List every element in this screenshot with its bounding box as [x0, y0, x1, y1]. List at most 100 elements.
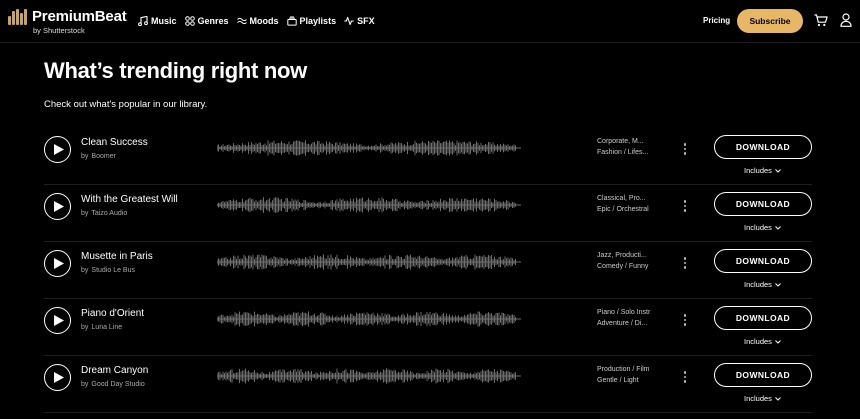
waveform-path	[217, 368, 521, 384]
site-header: PremiumBeat by Shutterstock Music Genres…	[0, 0, 860, 43]
more-options-icon[interactable]	[680, 312, 690, 328]
nav-sfx-label: SFX	[357, 16, 375, 26]
pricing-link[interactable]: Pricing	[703, 16, 730, 25]
tag-line-moods[interactable]: Adventure / Di...	[597, 318, 661, 329]
waveform[interactable]	[217, 367, 521, 385]
chevron-down-icon	[775, 339, 781, 344]
includes-label: Includes	[744, 337, 772, 346]
track-row: With the Greatest Will by Taizo Audio Cla…	[44, 185, 812, 242]
nav-playlists-label: Playlists	[299, 16, 337, 26]
moods-waves-icon	[236, 17, 247, 25]
track-title[interactable]: Dream Canyon	[81, 365, 148, 376]
tag-line-genres[interactable]: Piano / Solo Instr	[597, 307, 661, 318]
nav-sfx[interactable]: SFX	[344, 14, 375, 28]
waveform[interactable]	[217, 253, 521, 271]
includes-dropdown[interactable]: Includes	[744, 223, 781, 232]
more-options-icon[interactable]	[680, 141, 690, 157]
play-icon	[53, 201, 64, 212]
waveform[interactable]	[217, 196, 521, 214]
waveform-path	[217, 254, 521, 270]
tag-line-genres[interactable]: Jazz, Producti...	[597, 250, 661, 261]
download-button[interactable]: DOWNLOAD	[714, 249, 812, 273]
download-button[interactable]: DOWNLOAD	[714, 135, 812, 159]
tag-line-moods[interactable]: Gentle / Light	[597, 375, 661, 386]
track-row: Dream Canyon by Good Day Studio Productio…	[44, 356, 812, 413]
by-label: by	[81, 267, 89, 274]
more-options-icon[interactable]	[680, 255, 690, 271]
nav-music[interactable]: Music	[138, 14, 177, 28]
subscribe-button[interactable]: Subscribe	[737, 9, 803, 33]
nav-moods-label: Moods	[249, 16, 279, 26]
nav-moods[interactable]: Moods	[236, 14, 279, 28]
play-button[interactable]	[44, 307, 71, 334]
play-button[interactable]	[44, 136, 71, 163]
play-button[interactable]	[44, 193, 71, 220]
genres-grid-icon	[184, 16, 195, 26]
track-tags: Corporate, M... Fashion / Lifes...	[597, 136, 661, 158]
download-button[interactable]: DOWNLOAD	[714, 363, 812, 387]
includes-dropdown[interactable]: Includes	[744, 166, 781, 175]
by-label: by	[81, 210, 89, 217]
chevron-down-icon	[775, 282, 781, 287]
nav-playlists[interactable]: Playlists	[286, 14, 337, 28]
includes-dropdown[interactable]: Includes	[744, 337, 781, 346]
logo-bars-icon	[8, 9, 28, 25]
play-button[interactable]	[44, 364, 71, 391]
tag-line-genres[interactable]: Corporate, M...	[597, 136, 661, 147]
track-artist: by Luna Line	[81, 324, 122, 331]
user-account-icon[interactable]	[840, 13, 852, 27]
track-tags: Classical, Pro... Epic / Orchestral	[597, 193, 661, 215]
by-label: by	[81, 153, 89, 160]
tag-line-genres[interactable]: Production / Film	[597, 364, 661, 375]
track-artist: by Boomer	[81, 153, 116, 160]
includes-dropdown[interactable]: Includes	[744, 280, 781, 289]
more-options-icon[interactable]	[680, 198, 690, 214]
play-icon	[53, 372, 64, 383]
tag-line-genres[interactable]: Classical, Pro...	[597, 193, 661, 204]
waveform-path	[217, 197, 521, 213]
waveform-path	[217, 311, 521, 327]
nav-genres-label: Genres	[197, 16, 229, 26]
includes-label: Includes	[744, 166, 772, 175]
artist-name[interactable]: Boomer	[91, 153, 116, 160]
includes-dropdown[interactable]: Includes	[744, 394, 781, 403]
play-icon	[53, 315, 64, 326]
by-label: by	[81, 381, 89, 388]
nav-music-label: Music	[151, 16, 177, 26]
track-title[interactable]: Musette in Paris	[81, 251, 153, 262]
includes-label: Includes	[744, 280, 772, 289]
cart-icon[interactable]	[814, 14, 828, 27]
track-title[interactable]: Piano d'Orient	[81, 308, 144, 319]
play-button[interactable]	[44, 250, 71, 277]
waveform[interactable]	[217, 139, 521, 157]
artist-name[interactable]: Studio Le Bus	[91, 267, 135, 274]
more-options-icon[interactable]	[680, 369, 690, 385]
artist-name[interactable]: Good Day Studio	[91, 381, 144, 388]
track-title[interactable]: Clean Success	[81, 137, 148, 148]
sfx-pulse-icon	[344, 16, 354, 26]
track-row: Clean Success by Boomer Corporate, M... F…	[44, 128, 812, 185]
track-tags: Jazz, Producti... Comedy / Funny	[597, 250, 661, 272]
tag-line-moods[interactable]: Comedy / Funny	[597, 261, 661, 272]
artist-name[interactable]: Luna Line	[91, 324, 122, 331]
track-artist: by Good Day Studio	[81, 381, 145, 388]
download-button[interactable]: DOWNLOAD	[714, 192, 812, 216]
tag-line-moods[interactable]: Epic / Orchestral	[597, 204, 661, 215]
download-button[interactable]: DOWNLOAD	[714, 306, 812, 330]
music-note-icon	[138, 16, 148, 26]
waveform[interactable]	[217, 310, 521, 328]
premiumbeat-logo[interactable]: PremiumBeat by Shutterstock	[8, 7, 128, 37]
track-title[interactable]: With the Greatest Will	[81, 194, 178, 205]
track-tags: Piano / Solo Instr Adventure / Di...	[597, 307, 661, 329]
main-nav: Music Genres Moods Playlists SFX	[138, 14, 375, 28]
artist-name[interactable]: Taizo Audio	[91, 210, 127, 217]
chevron-down-icon	[775, 168, 781, 173]
track-row: Piano d'Orient by Luna Line Piano / Solo …	[44, 299, 812, 356]
nav-genres[interactable]: Genres	[184, 14, 229, 28]
logo-name: PremiumBeat	[32, 8, 127, 25]
chevron-down-icon	[775, 225, 781, 230]
track-artist: by Taizo Audio	[81, 210, 127, 217]
page-title: What’s trending right now	[44, 58, 307, 83]
tag-line-moods[interactable]: Fashion / Lifes...	[597, 147, 661, 158]
play-icon	[53, 144, 64, 155]
